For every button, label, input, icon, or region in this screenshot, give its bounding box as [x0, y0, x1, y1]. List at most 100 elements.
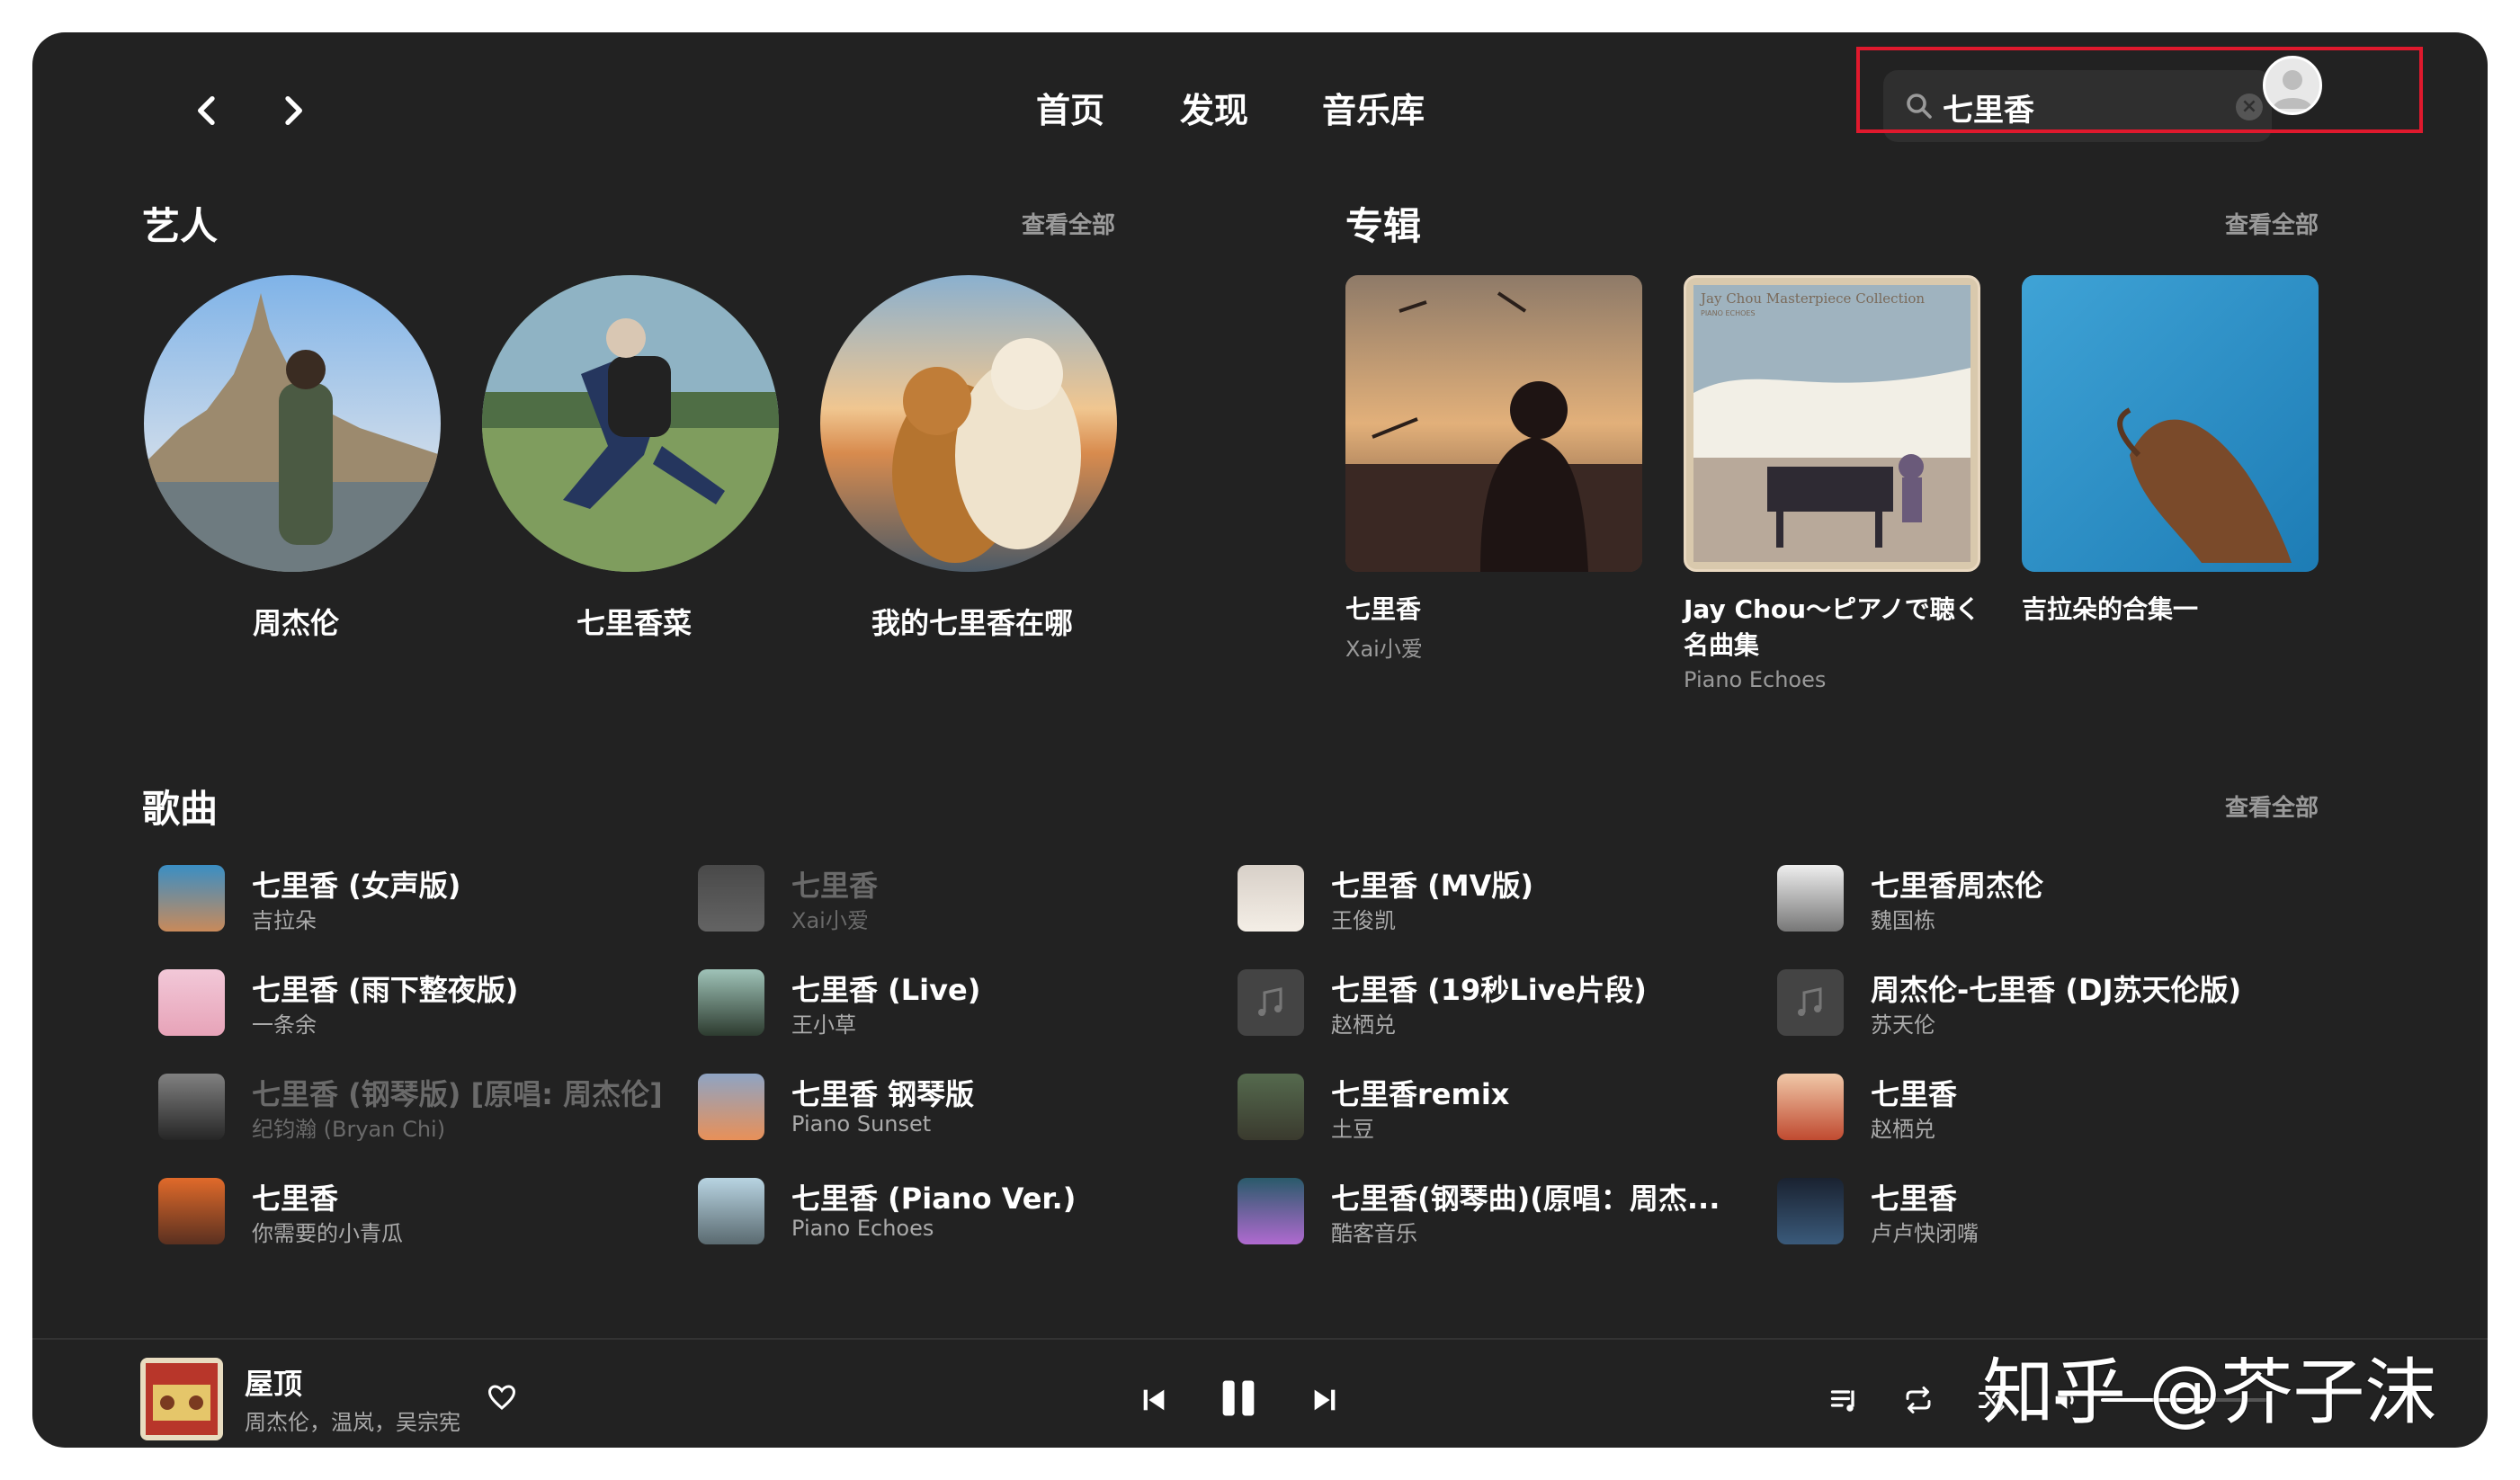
- heart-icon[interactable]: [482, 1377, 522, 1417]
- song-artist[interactable]: 土豆: [1331, 1111, 1374, 1143]
- album-title-2[interactable]: Jay Chou～ピアノで聴く名曲集: [1684, 592, 1989, 664]
- song-cover[interactable]: [1777, 969, 1844, 1036]
- song-artist[interactable]: 你需要的小青瓜: [252, 1216, 403, 1247]
- album-title-3[interactable]: 吉拉朵的合集一: [2022, 592, 2328, 628]
- song-item[interactable]: 七里香 (钢琴版) [原唱: 周杰伦] 纪钧瀚 (Bryan Chi): [158, 1066, 680, 1147]
- song-item[interactable]: 七里香 (19秒Live片段) 赵栖兑: [1238, 962, 1759, 1043]
- song-item[interactable]: 七里香 (雨下整夜版) 一条余: [158, 962, 680, 1043]
- album-artist-1[interactable]: Xai小爱: [1345, 631, 1423, 663]
- album-cover-3[interactable]: [2022, 275, 2319, 572]
- albums-heading: 专辑: [1345, 204, 1422, 248]
- song-item[interactable]: 七里香周杰伦 魏国栋: [1777, 858, 2299, 939]
- song-title[interactable]: 七里香 (钢琴版) [原唱: 周杰伦]: [252, 1072, 663, 1113]
- next-icon[interactable]: [1302, 1377, 1347, 1422]
- song-title[interactable]: 七里香 钢琴版: [791, 1072, 974, 1113]
- song-cover[interactable]: [698, 1074, 764, 1140]
- song-item[interactable]: 七里香 (MV版) 王俊凯: [1238, 858, 1759, 939]
- song-artist[interactable]: 一条余: [252, 1007, 317, 1039]
- song-title[interactable]: 七里香 (19秒Live片段): [1331, 967, 1647, 1009]
- song-artist[interactable]: 王俊凯: [1331, 903, 1396, 934]
- now-playing-title[interactable]: 屋顶: [245, 1361, 302, 1403]
- song-artist[interactable]: Xai小爱: [791, 903, 869, 934]
- song-artist[interactable]: 酷客音乐: [1331, 1216, 1417, 1247]
- previous-icon[interactable]: [1131, 1377, 1176, 1422]
- now-playing-cover[interactable]: [140, 1358, 223, 1440]
- album-artist-2[interactable]: Piano Echoes: [1684, 667, 1826, 692]
- tab-home[interactable]: 首页: [1036, 83, 1104, 132]
- artist-avatar-1[interactable]: [144, 275, 441, 572]
- song-cover[interactable]: [158, 1178, 225, 1244]
- song-cover[interactable]: [1238, 969, 1304, 1036]
- song-artist[interactable]: 王小草: [791, 1007, 856, 1039]
- artist-name-3[interactable]: 我的七里香在哪: [801, 601, 1143, 642]
- app-window: 首页 发现 音乐库 × 艺人 查看全部 周杰伦: [32, 32, 2488, 1448]
- song-title[interactable]: 七里香(钢琴曲)(原唱：周杰...: [1331, 1176, 1720, 1217]
- song-item[interactable]: 周杰伦-七里香 (DJ苏天伦版) 苏天伦: [1777, 962, 2299, 1043]
- song-item[interactable]: 七里香 赵栖兑: [1777, 1066, 2299, 1147]
- artists-see-all-link[interactable]: 查看全部: [1022, 207, 1115, 240]
- song-title[interactable]: 七里香 (女声版): [252, 863, 460, 905]
- song-item[interactable]: 七里香 (Piano Ver.) Piano Echoes: [698, 1171, 1220, 1252]
- song-artist[interactable]: 赵栖兑: [1331, 1007, 1396, 1039]
- song-cover[interactable]: [1238, 1074, 1304, 1140]
- song-item[interactable]: 七里香 钢琴版 Piano Sunset: [698, 1066, 1220, 1147]
- back-button[interactable]: [176, 79, 239, 142]
- artist-name-1[interactable]: 周杰伦: [125, 601, 467, 642]
- tab-discover[interactable]: 发现: [1180, 83, 1248, 132]
- song-cover[interactable]: [1777, 1178, 1844, 1244]
- song-title[interactable]: 七里香: [791, 863, 878, 905]
- now-playing-artist[interactable]: 周杰伦，温岚，吴宗宪: [245, 1404, 460, 1436]
- song-item[interactable]: 七里香remix 土豆: [1238, 1066, 1759, 1147]
- song-item[interactable]: 七里香 Xai小爱: [698, 858, 1220, 939]
- song-title[interactable]: 七里香 (MV版): [1331, 863, 1533, 905]
- song-cover[interactable]: [158, 865, 225, 932]
- album-cover-1[interactable]: [1345, 275, 1642, 572]
- artist-name-2[interactable]: 七里香菜: [463, 601, 805, 642]
- forward-button[interactable]: [261, 79, 324, 142]
- song-cover[interactable]: [698, 1178, 764, 1244]
- song-cover[interactable]: [698, 969, 764, 1036]
- playlist-icon[interactable]: [1822, 1377, 1867, 1422]
- song-cover[interactable]: [158, 1074, 225, 1140]
- song-cover[interactable]: [1238, 865, 1304, 932]
- song-cover[interactable]: [698, 865, 764, 932]
- song-artist[interactable]: 赵栖兑: [1871, 1111, 1935, 1143]
- chevron-right-icon: [285, 96, 302, 125]
- song-item[interactable]: 七里香 你需要的小青瓜: [158, 1171, 680, 1252]
- watermark-text: 知乎 @芥子沫: [1982, 1351, 2437, 1434]
- pause-icon[interactable]: [1207, 1367, 1270, 1430]
- song-cover[interactable]: [1777, 1074, 1844, 1140]
- song-cover[interactable]: [1238, 1178, 1304, 1244]
- song-artist[interactable]: Piano Echoes: [791, 1216, 934, 1241]
- song-cover[interactable]: [1777, 865, 1844, 932]
- song-title[interactable]: 七里香: [1871, 1072, 1957, 1113]
- albums-see-all-link[interactable]: 查看全部: [2225, 207, 2319, 240]
- song-title[interactable]: 周杰伦-七里香 (DJ苏天伦版): [1871, 967, 2241, 1009]
- song-title[interactable]: 七里香 (Live): [791, 967, 980, 1009]
- artist-avatar-3[interactable]: [820, 275, 1117, 572]
- album-title-1[interactable]: 七里香: [1345, 592, 1651, 628]
- song-item[interactable]: 七里香 (Live) 王小草: [698, 962, 1220, 1043]
- album-cover-2[interactable]: Jay Chou Masterpiece Collection PIANO EC…: [1684, 275, 1980, 572]
- repeat-icon[interactable]: [1896, 1377, 1941, 1422]
- tab-library[interactable]: 音乐库: [1322, 83, 1425, 132]
- song-title[interactable]: 七里香: [252, 1176, 338, 1217]
- song-title[interactable]: 七里香remix: [1331, 1072, 1509, 1113]
- song-artist[interactable]: 苏天伦: [1871, 1007, 1935, 1039]
- song-item[interactable]: 七里香 (女声版) 吉拉朵: [158, 858, 680, 939]
- song-item[interactable]: 七里香 卢卢快闭嘴: [1777, 1171, 2299, 1252]
- song-artist[interactable]: 魏国栋: [1871, 903, 1935, 934]
- chevron-left-icon: [198, 96, 215, 125]
- song-artist[interactable]: Piano Sunset: [791, 1111, 931, 1137]
- artist-avatar-2[interactable]: [482, 275, 779, 572]
- song-item[interactable]: 七里香(钢琴曲)(原唱：周杰... 酷客音乐: [1238, 1171, 1759, 1252]
- song-artist[interactable]: 卢卢快闭嘴: [1871, 1216, 1979, 1247]
- song-title[interactable]: 七里香: [1871, 1176, 1957, 1217]
- song-title[interactable]: 七里香周杰伦: [1871, 863, 2043, 905]
- song-artist[interactable]: 吉拉朵: [252, 903, 317, 934]
- song-title[interactable]: 七里香 (Piano Ver.): [791, 1176, 1076, 1217]
- songs-see-all-link[interactable]: 查看全部: [2225, 789, 2319, 823]
- song-cover[interactable]: [158, 969, 225, 1036]
- song-title[interactable]: 七里香 (雨下整夜版): [252, 967, 518, 1009]
- song-artist[interactable]: 纪钧瀚 (Bryan Chi): [252, 1111, 445, 1143]
